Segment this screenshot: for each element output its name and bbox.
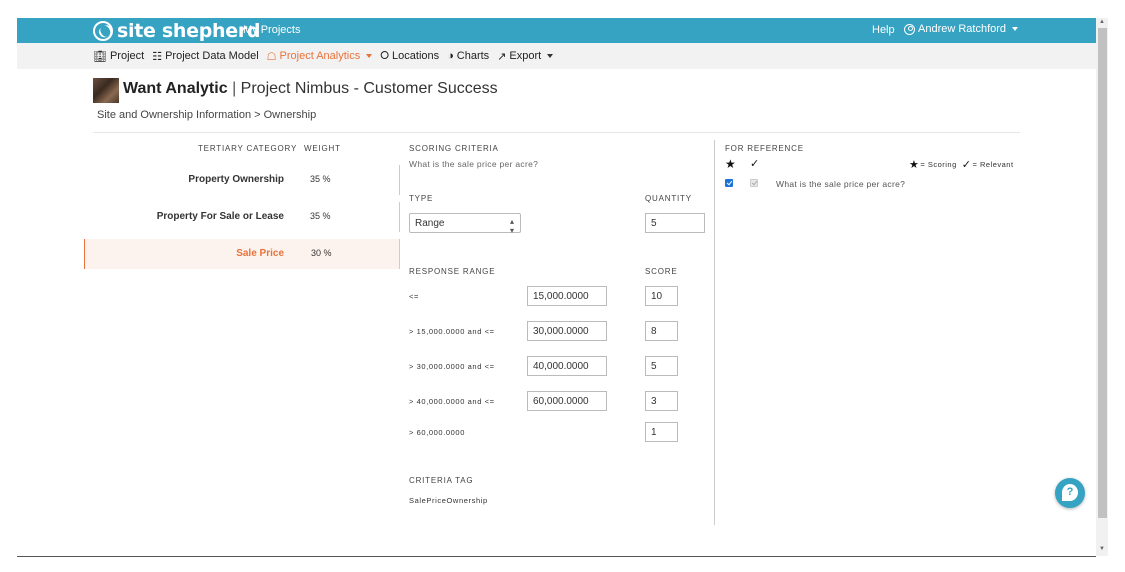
tertiary-category-name: Property Ownership bbox=[188, 174, 284, 185]
divider bbox=[93, 132, 1020, 133]
breadcrumb: Site and Ownership Information > Ownersh… bbox=[97, 109, 317, 121]
tertiary-row-property-for-sale[interactable]: Property For Sale or Lease 35 % bbox=[84, 202, 400, 232]
scroll-down-icon[interactable]: ▼ bbox=[1099, 546, 1105, 552]
brand-logo[interactable]: site shepherd bbox=[93, 19, 261, 42]
top-bar: site shepherd My Projects Help Andrew Ra… bbox=[17, 18, 1096, 43]
reference-legend: ★ = Scoring ✓ = Relevant bbox=[909, 158, 1014, 171]
row-divider bbox=[399, 239, 400, 269]
scoring-criteria-title: SCORING CRITERIA bbox=[409, 144, 499, 153]
page: site shepherd My Projects Help Andrew Ra… bbox=[0, 0, 1125, 572]
star-icon: ★ bbox=[909, 159, 920, 171]
criteria-tag-label: CRITERIA TAG bbox=[409, 476, 474, 485]
tertiary-weight: 35 % bbox=[310, 174, 331, 184]
quantity-input[interactable]: 5 bbox=[645, 213, 705, 233]
org-name: Want Analytic bbox=[123, 80, 228, 97]
range-label: > 40,000.0000 and <= bbox=[409, 397, 495, 406]
nav-charts-label: Charts bbox=[456, 50, 490, 62]
nav-charts[interactable]: ◑ Charts bbox=[447, 50, 489, 62]
score-input[interactable]: 5 bbox=[645, 356, 678, 376]
chevron-down-icon bbox=[1012, 27, 1019, 31]
shepherd-logo-icon bbox=[93, 20, 113, 41]
star-icon: ★ bbox=[725, 157, 736, 171]
vertical-scrollbar[interactable]: ▲ ▼ bbox=[1096, 18, 1108, 556]
nav-project-label: Project bbox=[109, 50, 145, 62]
export-icon: ↗ bbox=[497, 50, 507, 63]
tertiary-category-name: Sale Price bbox=[236, 248, 284, 259]
response-range-label: RESPONSE RANGE bbox=[409, 267, 496, 276]
pie-chart-icon: ◑ bbox=[447, 50, 454, 62]
range-label: <= bbox=[409, 292, 419, 301]
tertiary-weight: 30 % bbox=[311, 248, 332, 258]
type-select[interactable]: Range ▴ ▾ bbox=[409, 213, 521, 235]
chevron-down-icon bbox=[366, 54, 373, 58]
reference-question: What is the sale price per acre? bbox=[776, 179, 906, 189]
help-link[interactable]: Help bbox=[872, 24, 895, 36]
range-value-input[interactable]: 40,000.0000 bbox=[527, 356, 607, 376]
legend-scoring: = Scoring bbox=[920, 160, 957, 169]
nav-export-label: Export bbox=[509, 50, 542, 62]
nav-bar: 🏢︎ Project ☷ Project Data Model ☖ Projec… bbox=[17, 43, 1096, 69]
range-label: > 15,000.0000 and <= bbox=[409, 327, 495, 336]
map-pin-icon: ⭘ bbox=[380, 49, 390, 62]
hierarchy-icon: ☷ bbox=[152, 50, 163, 63]
for-reference-title: FOR REFERENCE bbox=[725, 144, 804, 153]
question-bubble-icon: ? bbox=[1062, 484, 1078, 501]
nav-analytics-label: Project Analytics bbox=[279, 50, 361, 62]
range-value-input[interactable]: 15,000.0000 bbox=[527, 286, 607, 306]
quantity-label: QUANTITY bbox=[645, 194, 692, 203]
score-input[interactable]: 8 bbox=[645, 321, 678, 341]
relevant-checkbox bbox=[750, 179, 758, 187]
title-separator: | bbox=[232, 80, 237, 97]
help-chat-button[interactable]: ? bbox=[1055, 478, 1085, 508]
row-divider bbox=[399, 165, 400, 195]
main-nav: 🏢︎ Project ☷ Project Data Model ☖ Projec… bbox=[93, 43, 561, 69]
page-title: Want Analytic | Project Nimbus - Custome… bbox=[123, 80, 498, 98]
user-name: Andrew Ratchford bbox=[918, 23, 1007, 35]
analytics-icon: ☖ bbox=[266, 50, 277, 63]
column-divider bbox=[714, 140, 715, 525]
project-name: Project Nimbus - Customer Success bbox=[240, 80, 498, 97]
scoring-checkbox[interactable] bbox=[725, 179, 733, 187]
type-label: TYPE bbox=[409, 194, 434, 203]
bottom-border bbox=[17, 556, 1096, 557]
score-input[interactable]: 10 bbox=[645, 286, 678, 306]
score-input[interactable]: 1 bbox=[645, 422, 678, 442]
select-arrows-icon: ▴ ▾ bbox=[509, 217, 514, 235]
scroll-up-icon[interactable]: ▲ bbox=[1099, 19, 1105, 25]
user-menu[interactable]: Andrew Ratchford bbox=[904, 23, 1019, 35]
nav-locations[interactable]: ⭘ Locations bbox=[380, 50, 439, 63]
tertiary-row-property-ownership[interactable]: Property Ownership 35 % bbox=[84, 165, 400, 195]
project-thumbnail bbox=[93, 78, 119, 103]
score-input[interactable]: 3 bbox=[645, 391, 678, 411]
range-label: > 30,000.0000 and <= bbox=[409, 362, 495, 371]
check-icon: ✓ bbox=[750, 158, 760, 170]
weight-header: WEIGHT bbox=[304, 144, 341, 153]
nav-export[interactable]: ↗ Export bbox=[497, 50, 554, 63]
nav-locations-label: Locations bbox=[392, 50, 440, 62]
score-label: SCORE bbox=[645, 267, 678, 276]
user-circle-icon bbox=[904, 23, 915, 35]
brand-name: site shepherd bbox=[117, 19, 261, 42]
row-divider bbox=[399, 202, 400, 232]
my-projects-link[interactable]: My Projects bbox=[243, 24, 300, 36]
criteria-tag-value: SalePriceOwnership bbox=[409, 496, 488, 505]
range-value-input[interactable]: 30,000.0000 bbox=[527, 321, 607, 341]
nav-project-analytics[interactable]: ☖ Project Analytics bbox=[267, 50, 373, 63]
type-select-value: Range bbox=[415, 218, 445, 229]
tertiary-weight: 35 % bbox=[310, 211, 331, 221]
check-icon: ✓ bbox=[961, 159, 972, 171]
chevron-down-icon bbox=[547, 54, 554, 58]
tertiary-category-header: TERTIARY CATEGORY bbox=[198, 144, 298, 153]
nav-project[interactable]: 🏢︎ Project bbox=[93, 50, 144, 63]
criteria-question: What is the sale price per acre? bbox=[409, 159, 539, 169]
range-value-input[interactable]: 60,000.0000 bbox=[527, 391, 607, 411]
tertiary-category-name: Property For Sale or Lease bbox=[156, 211, 284, 222]
nav-data-model-label: Project Data Model bbox=[165, 50, 259, 62]
building-icon: 🏢︎ bbox=[93, 50, 107, 63]
scrollbar-thumb[interactable] bbox=[1098, 28, 1107, 518]
range-label: > 60,000.0000 bbox=[409, 428, 465, 437]
nav-project-data-model[interactable]: ☷ Project Data Model bbox=[152, 50, 258, 63]
legend-relevant: = Relevant bbox=[972, 160, 1014, 169]
tertiary-row-sale-price[interactable]: Sale Price 30 % bbox=[84, 239, 400, 269]
